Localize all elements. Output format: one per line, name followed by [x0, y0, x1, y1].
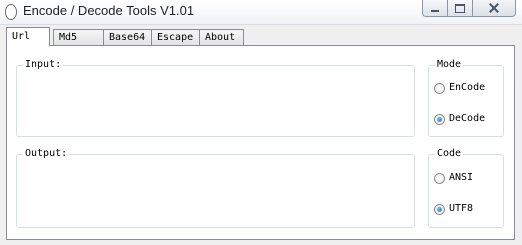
tab-url[interactable]: Url — [6, 27, 50, 46]
maximize-button[interactable] — [448, 0, 473, 17]
output-group[interactable]: Output: — [16, 148, 415, 228]
mode-group-title: Mode — [435, 59, 464, 71]
tab-panel-url: Input: Output: Mode EnCode DeCode Code A… — [6, 45, 515, 240]
code-group-title: Code — [435, 148, 464, 160]
utf8-label: UTF8 — [449, 203, 474, 214]
title-bar: Encode / Decode Tools V1.01 — [0, 0, 522, 25]
minimize-button[interactable] — [422, 0, 448, 17]
output-group-title: Output: — [23, 148, 70, 160]
decode-radio[interactable] — [434, 113, 445, 125]
code-option-ansi[interactable]: ANSI — [434, 172, 473, 184]
ansi-radio[interactable] — [434, 172, 445, 184]
ansi-label: ANSI — [449, 172, 474, 183]
close-button[interactable] — [473, 0, 516, 17]
encode-label: EnCode — [449, 82, 486, 93]
window-title: Encode / Decode Tools V1.01 — [23, 3, 195, 18]
maximize-icon — [455, 3, 465, 13]
tab-md5[interactable]: Md5 — [53, 29, 104, 45]
code-option-utf8[interactable]: UTF8 — [434, 203, 473, 215]
close-icon — [489, 3, 499, 13]
code-group: Code ANSI UTF8 — [428, 148, 504, 228]
minimize-icon — [431, 10, 439, 12]
encode-radio[interactable] — [434, 82, 445, 94]
tab-base64[interactable]: Base64 — [103, 29, 152, 45]
utf8-radio[interactable] — [434, 203, 445, 215]
tab-about[interactable]: About — [199, 29, 244, 45]
tab-escape[interactable]: Escape — [151, 29, 200, 45]
mode-group: Mode EnCode DeCode — [428, 59, 504, 137]
app-icon — [5, 4, 17, 20]
caption-buttons — [422, 0, 516, 18]
mode-option-encode[interactable]: EnCode — [434, 82, 485, 94]
input-group[interactable]: Input: — [16, 59, 415, 137]
mode-option-decode[interactable]: DeCode — [434, 113, 485, 125]
input-group-title: Input: — [23, 59, 64, 71]
decode-label: DeCode — [449, 113, 486, 124]
